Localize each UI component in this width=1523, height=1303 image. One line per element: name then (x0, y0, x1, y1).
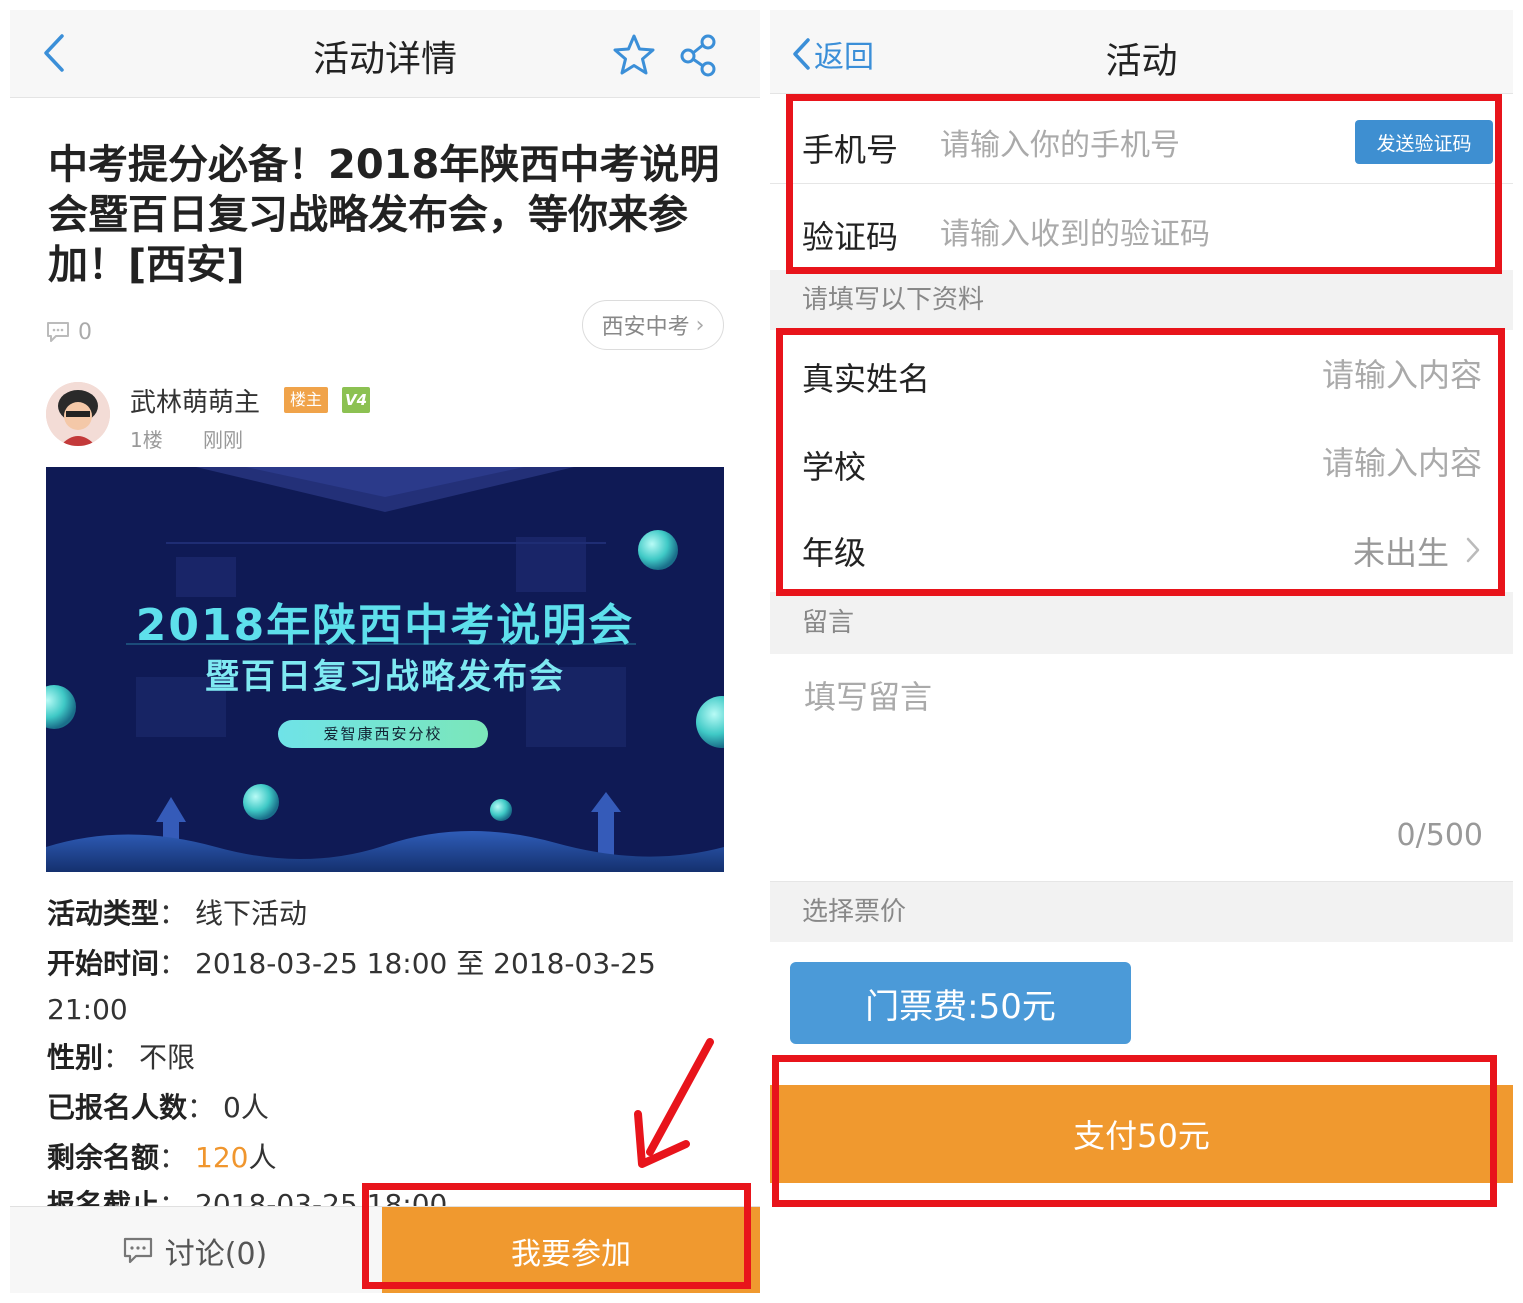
section-ticket-header: 选择票价 (770, 882, 1513, 942)
info-start-time: 开始时间： 2018-03-25 18:00 至 2018-03-25 (47, 947, 656, 981)
section-info-header: 请填写以下资料 (770, 270, 1513, 330)
article-title: 中考提分必备！2018年陕西中考说明会暨百日复习战略发布会，等你来参加！[西安] (48, 142, 720, 288)
banner-subheadline: 暨百日复习战略发布会 (205, 657, 565, 697)
author-name[interactable]: 武林萌萌主 (130, 382, 260, 419)
event-banner-image: 2018年陕西中考说明会 暨百日复习战略发布会 爱智康西安分校 (46, 467, 724, 872)
topic-tag[interactable]: 西安中考 › (582, 300, 724, 350)
discuss-button[interactable]: 讨论(0) (10, 1207, 380, 1293)
post-floor: 1楼 (130, 428, 163, 452)
avatar[interactable] (46, 382, 110, 446)
star-icon[interactable] (610, 32, 658, 78)
chevron-right-icon: › (695, 312, 705, 338)
info-label: 剩余名额 (47, 1141, 160, 1174)
info-colon: ： (103, 1041, 132, 1074)
info-gender: 性别： 不限 (47, 1041, 195, 1075)
real-name-input[interactable] (1100, 354, 1482, 396)
info-value-highlight: 120 (195, 1141, 249, 1174)
join-button[interactable]: 我要参加 (382, 1207, 760, 1293)
info-colon: ： (159, 1141, 188, 1174)
banner-headline: 2018年陕西中考说明会 (135, 600, 635, 651)
discuss-button-label: 讨论(0) (164, 1236, 268, 1272)
info-value: 21:00 (47, 993, 128, 1026)
banner-organizer-pill: 爱智康西安分校 (278, 720, 488, 748)
ticket-price-option[interactable]: 门票费:50元 (790, 962, 1131, 1044)
pay-button[interactable]: 支付50元 (770, 1085, 1513, 1183)
grade-value: 未出生 (1352, 534, 1449, 572)
comment-icon (123, 1237, 152, 1263)
school-input[interactable] (1100, 442, 1482, 484)
message-input[interactable] (804, 672, 1484, 822)
info-value-unit: 人 (248, 1141, 277, 1174)
info-remaining: 剩余名额： 120人 (47, 1141, 277, 1175)
arrow-annotation (634, 1038, 714, 1168)
send-code-button[interactable]: 发送验证码 (1355, 120, 1493, 164)
comment-count-value: 0 (78, 319, 92, 345)
real-name-row: 真实姓名 (770, 330, 1513, 418)
topic-tag-label: 西安中考 (601, 315, 690, 340)
info-value: 0人 (223, 1091, 269, 1124)
grade-label: 年级 (802, 534, 867, 572)
school-row: 学校 (770, 418, 1513, 506)
page-title: 活动 (1105, 41, 1178, 82)
info-label: 已报名人数 (47, 1091, 188, 1124)
code-input[interactable] (940, 214, 1480, 254)
info-colon: ： (159, 947, 188, 980)
info-value: 不限 (139, 1041, 196, 1074)
section-message-header: 留言 (770, 592, 1513, 654)
info-value: 2018-03-25 18:00 至 2018-03-25 (195, 947, 656, 980)
right-screen: 返回 活动 手机号 发送验证码 验证码 请填写以下资料 真实姓名 学校 年级 未… (770, 10, 1513, 1293)
code-label: 验证码 (802, 218, 899, 256)
host-badge: 楼主 (284, 387, 329, 413)
info-colon: ： (187, 1091, 216, 1124)
share-icon[interactable] (676, 32, 722, 78)
info-label: 开始时间 (47, 947, 160, 980)
phone-input[interactable] (940, 125, 1340, 165)
info-activity-type: 活动类型： 线下活动 (47, 897, 307, 931)
left-footer-bar: 讨论(0) 我要参加 (10, 1206, 760, 1293)
info-value: 线下活动 (195, 897, 308, 930)
comment-icon (47, 322, 69, 342)
info-label: 性别 (47, 1041, 104, 1074)
school-label: 学校 (802, 448, 867, 486)
chevron-right-icon (1466, 537, 1480, 563)
right-nav-bar: 返回 活动 (770, 10, 1513, 94)
message-area: 0/500 (770, 654, 1513, 882)
real-name-label: 真实姓名 (802, 360, 931, 398)
phone-label: 手机号 (802, 131, 899, 169)
comment-count: 0 (46, 316, 92, 348)
info-start-time-cont: 21:00 (47, 993, 128, 1027)
message-counter: 0/500 (1396, 818, 1483, 853)
info-signed-count: 已报名人数： 0人 (47, 1091, 269, 1125)
post-time: 刚刚 (203, 428, 243, 452)
level-badge: V4 (342, 387, 370, 413)
info-label: 活动类型 (47, 897, 160, 930)
left-nav-bar: 活动详情 (10, 10, 760, 98)
info-colon: ： (159, 897, 188, 930)
grade-row[interactable]: 年级 未出生 (770, 506, 1513, 592)
code-row: 验证码 (770, 184, 1513, 270)
